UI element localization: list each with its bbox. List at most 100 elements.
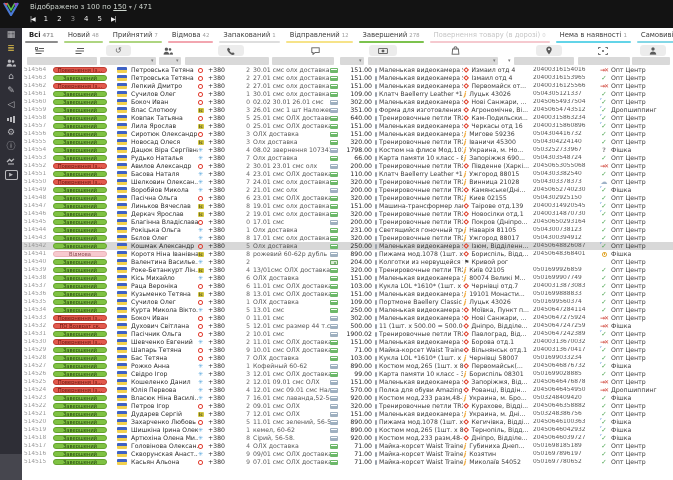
megaphone-icon[interactable]: ◁ xyxy=(0,98,22,112)
last-page-button[interactable]: ▶| xyxy=(111,16,117,23)
table-row[interactable]: 514528 Завершений Бас Тетяна +380 7 ОЛХ доста… xyxy=(22,354,673,362)
tab-2[interactable]: Новий 48 xyxy=(61,28,106,45)
table-row[interactable]: 514516 Завершений Скворунская Анаст... ✳ +38… xyxy=(22,450,673,458)
table-row[interactable]: 514559 Завершений Влас Слотюоу lc +380 3 26.01… xyxy=(22,106,673,114)
filter-dropdown-arrow[interactable]: ▾ xyxy=(359,57,362,65)
info-icon[interactable]: ⓘ xyxy=(0,140,22,154)
table-row[interactable]: 514541 Відмова Коротя Ніна Іванівна lc +380 8… xyxy=(22,250,673,258)
column-filter-input-10[interactable] xyxy=(578,57,630,65)
table-row[interactable]: 514562 Повернення (з... Лепкий Дмитро +380 2… xyxy=(22,82,673,90)
table-row[interactable]: 514534 Завершений Курта Микола Вікто... ✳ +3… xyxy=(22,306,673,314)
tab-3[interactable]: Прийнятий 7 xyxy=(106,28,165,45)
manager-person-icon[interactable] xyxy=(640,45,666,56)
tab-5[interactable]: Запакований 1 xyxy=(216,28,282,45)
table-row[interactable]: 514532 ПО Возврат ск. Духович Світлана +380… xyxy=(22,322,673,330)
table-row[interactable]: 514539 Завершений Роке-Бетанкурт Лін... lc +… xyxy=(22,266,673,274)
table-row[interactable]: 514520 Завершений Захарченко Любовь +380 5 11… xyxy=(22,418,673,426)
table-row[interactable]: 514518 Завершений Артюхіна Олена Ми... ✳ +38… xyxy=(22,434,673,442)
column-filter-input-4[interactable] xyxy=(185,57,269,65)
orders-list-icon[interactable]: ≣ xyxy=(0,42,22,56)
table-row[interactable]: 514550 Повернення (з... Шелковин Олексан..… xyxy=(22,178,673,186)
clients-icon[interactable] xyxy=(154,45,182,56)
tab-8[interactable]: Повернення товару (в дорозі) 0 xyxy=(427,28,553,45)
products-bag-icon[interactable] xyxy=(442,45,469,56)
page-number-3[interactable]: 3 xyxy=(71,15,75,23)
table-row[interactable]: 514535 Завершений Сучилов Олег +380 1 ОЛХ дос… xyxy=(22,298,673,306)
phone-icon[interactable] xyxy=(218,45,244,56)
table-row[interactable]: 514560 Завершений Бокоч Иван +380 0 02.02 30.… xyxy=(22,98,673,106)
column-filter-input-11[interactable] xyxy=(632,57,670,65)
delivery-pin-icon[interactable] xyxy=(536,45,562,56)
table-row[interactable]: 514555 Завершений Новосад Олеся lc +380 3 Олх … xyxy=(22,138,673,146)
table-row[interactable]: 514549 Завершений Воробйов Микола ✳ +380 2 21.… xyxy=(22,186,673,194)
table-row[interactable]: 514526 Завершений Свідро Ігор ✳ +380 3 12.01 с… xyxy=(22,370,673,378)
table-row[interactable]: 514533 Повернення (з... Бокоч Иван +380 0 11.… xyxy=(22,314,673,322)
table-row[interactable]: 514538 Завершений Кісь Михайло ✳ +380 6 ОЛХ до… xyxy=(22,274,673,282)
video-tutorial-icon[interactable]: ▶ xyxy=(0,168,22,182)
table-row[interactable]: 514561 Завершений Сучилов Олег +380 1 30.01 с… xyxy=(22,90,673,98)
page-size-dropdown[interactable]: 150 xyxy=(113,3,126,11)
app-logo-icon[interactable] xyxy=(3,2,19,16)
page-number-4[interactable]: 4 xyxy=(84,15,88,23)
filter-dropdown-arrow[interactable]: ▾ xyxy=(508,57,511,65)
tab-6[interactable]: Відправлений 12 xyxy=(283,28,356,45)
table-row[interactable]: 514552 Повернення (з... Авилов Александр +3… xyxy=(22,162,673,170)
table-row[interactable]: 514556 Завершений Сиротюк Олександр +380 3 ОЛ… xyxy=(22,130,673,138)
table-row[interactable]: 514519 Завершений Шишкіна Ірина Олек... ✳ +3… xyxy=(22,426,673,434)
table-row[interactable]: 514545 Завершений Благінна Владіслава +380 0… xyxy=(22,218,673,226)
column-filter-input-9[interactable] xyxy=(514,57,574,65)
page-number-1[interactable]: 1 xyxy=(44,15,48,23)
ttn-brackets-icon[interactable] xyxy=(589,45,617,56)
table-row[interactable]: 514531 Завершений Пасічник Ольга +380 2 10.01… xyxy=(22,330,673,338)
table-row[interactable]: 514523 Завершений Власюк Ніна Василі... ✳ +3… xyxy=(22,394,673,402)
table-row[interactable]: 514522 Завершений Петров Ігор +380 2 09.01 см… xyxy=(22,402,673,410)
page-number-2[interactable]: 2 xyxy=(57,15,61,23)
list-icon[interactable] xyxy=(66,45,93,56)
payment-eye-icon[interactable] xyxy=(369,45,397,56)
comment-icon[interactable] xyxy=(302,45,329,56)
filter-dropdown-arrow[interactable]: ▾ xyxy=(176,57,179,65)
tab-4[interactable]: Відмова 42 xyxy=(165,28,217,45)
table-row[interactable]: 514543 Завершений Бєлов Олег ✳ +380 8 17.01 см… xyxy=(22,234,673,242)
table-row[interactable]: 514536 Завершений Кузьменко Тетяна lc +380 8 1… xyxy=(22,290,673,298)
table-row[interactable]: 514524 Повернення (з... Юлія Первова ✳ +380 4… xyxy=(22,386,673,394)
column-filter-input-5[interactable] xyxy=(272,57,334,65)
company-icon[interactable]: ⌂ xyxy=(0,70,22,84)
table-row[interactable]: 514564 Повернення (з... Петровська Тетяна +… xyxy=(22,66,673,74)
table-row[interactable]: 514530 Повернення (з... Шевченко Евгений ✳ +… xyxy=(22,338,673,346)
table-row[interactable]: 514537 Завершений Раца Вероніка +380 6 11.01 … xyxy=(22,282,673,290)
table-row[interactable]: 514554 Завершений Дацюк Віра Сергіївна ✳ +38… xyxy=(22,146,673,154)
status-filter-icon[interactable] xyxy=(26,45,53,56)
settings-gear-icon[interactable]: ⚙ xyxy=(0,126,22,140)
table-row[interactable]: 514547 Завершений Линьков Вячеслав lc +380 8 1… xyxy=(22,202,673,210)
table-row[interactable]: 514521 Завершений Дударев Сергій lc +380 7 12.… xyxy=(22,410,673,418)
table-row[interactable]: 514546 Завершений Деркач Ярослав lc +380 2 19.… xyxy=(22,210,673,218)
tab-1[interactable]: Всі 471 xyxy=(22,28,61,45)
tab-9[interactable]: Нема в наявності 1 xyxy=(553,28,634,45)
column-filter-input-1[interactable] xyxy=(27,57,97,65)
table-row[interactable]: 514517 Завершений Головінова Олексан... +38… xyxy=(22,442,673,450)
stats-chart-icon[interactable] xyxy=(0,112,22,126)
filter-dropdown-arrow[interactable]: ▾ xyxy=(151,57,154,65)
first-page-button[interactable]: |◀ xyxy=(30,16,36,23)
filter-dropdown-arrow[interactable]: ▾ xyxy=(493,57,496,65)
table-row[interactable]: 514558 Завершений Ковпак Татьяна +380 5 25.01… xyxy=(22,114,673,122)
table-row[interactable]: 514544 Завершений Рокіцька Ольга ✳ +380 1 Олх … xyxy=(22,226,673,234)
table-row[interactable]: 514563 Завершений Петровська Тетяна +380 2 27… xyxy=(22,74,673,82)
table-row[interactable]: 514515 Завершений Касьян Альона +380 9 07.01 … xyxy=(22,458,673,466)
table-row[interactable]: 514529 Завершений Шапарь Тетяна +380 9 10.01 … xyxy=(22,346,673,354)
table-row[interactable]: 514551 Завершений Басова Наталя ✳ +380 4 23.01… xyxy=(22,170,673,178)
table-row[interactable]: 514540 Завершений Валентина Василье... ✳ +38… xyxy=(22,258,673,266)
column-filter-input-7[interactable] xyxy=(368,57,498,65)
table-row[interactable]: 514553 Завершений Рудько Наталья ✳ +380 7 Олх … xyxy=(22,154,673,162)
history-refresh-icon[interactable]: ↺ xyxy=(106,45,131,56)
edit-pencil-icon[interactable]: ✎ xyxy=(0,84,22,98)
table-row[interactable]: 514525 Повернення (з... Кошеленко Данил ✳ +3… xyxy=(22,378,673,386)
tab-10[interactable]: Самовивіз2 xyxy=(634,28,673,45)
clients-icon[interactable] xyxy=(0,56,22,70)
kanban-icon[interactable]: ▦ xyxy=(0,28,22,42)
table-row[interactable]: 514542 Завершений Кошмак Александр +380 5 Олх… xyxy=(22,242,673,250)
column-filter-input-2[interactable] xyxy=(100,57,156,65)
table-row[interactable]: 514557 Завершений Лила Ярослав lc +380 0 25.01… xyxy=(22,122,673,130)
table-row[interactable]: 514548 Завершений Пасічна Ольга +380 6 23.01 … xyxy=(22,194,673,202)
